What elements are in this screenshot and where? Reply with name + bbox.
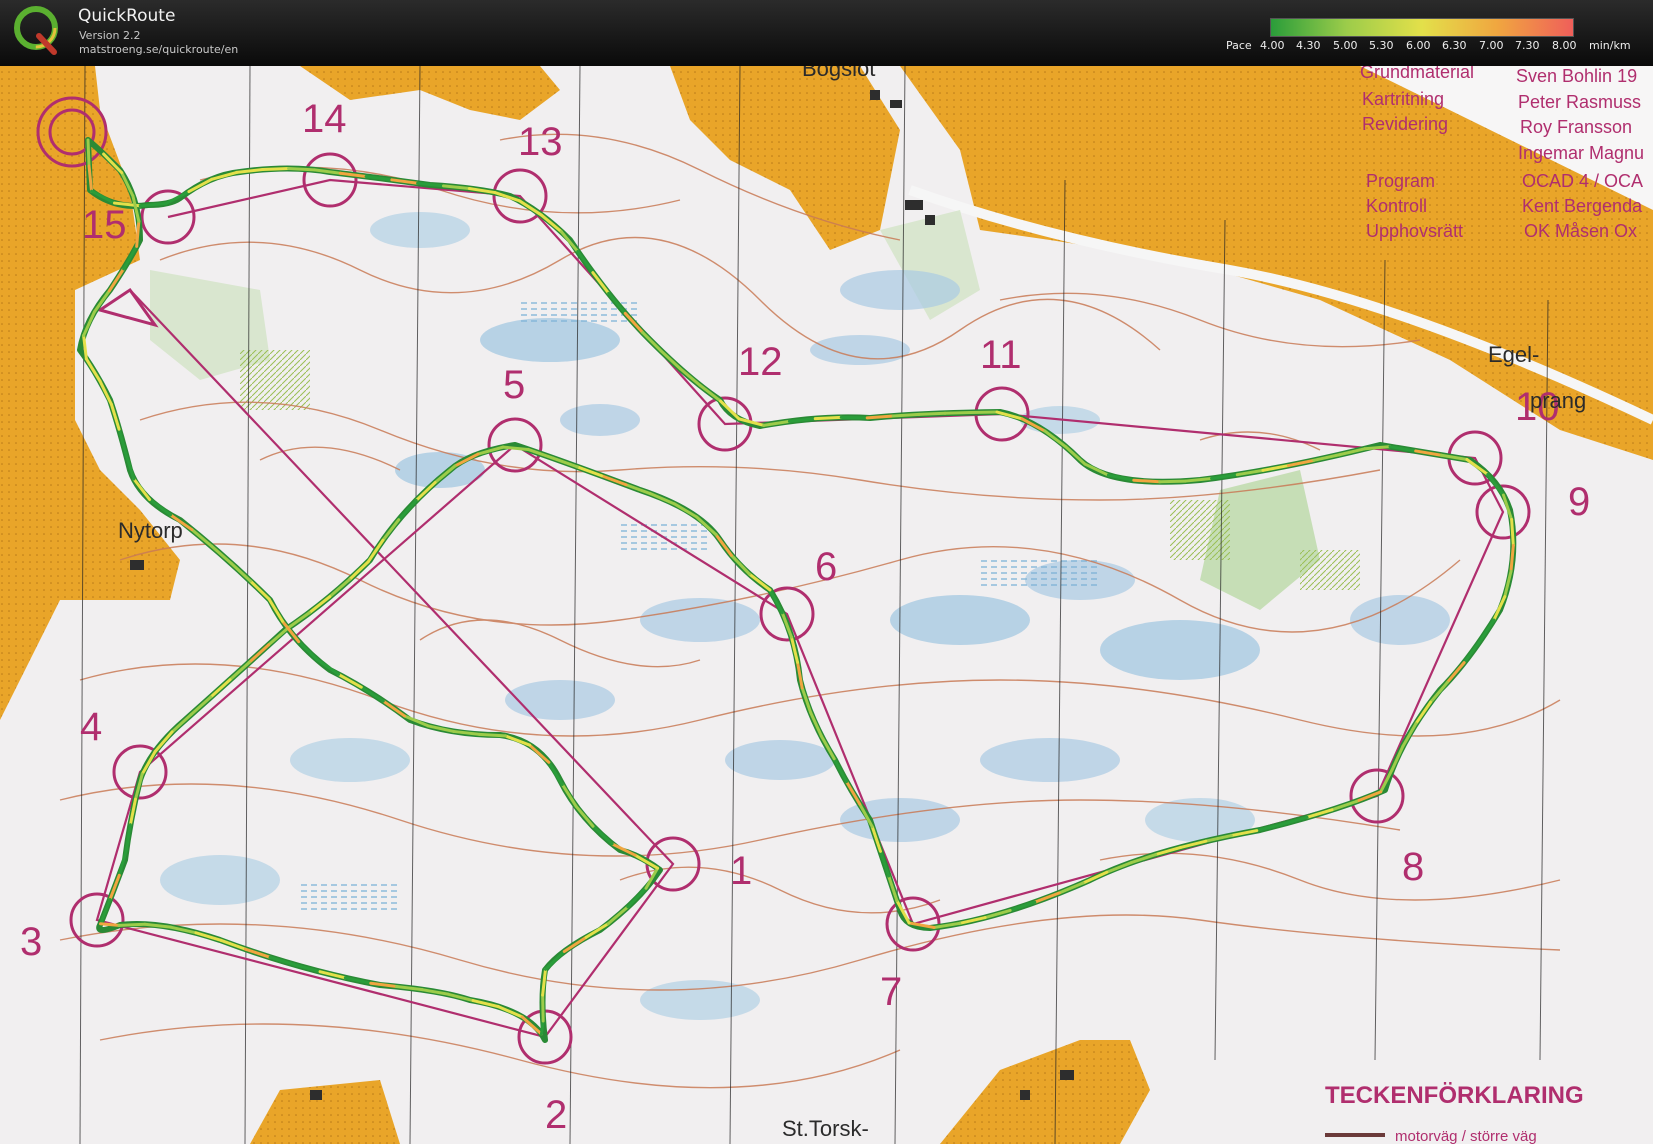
- route-segment: [99, 922, 121, 927]
- place-name: Nytorp: [118, 518, 183, 543]
- route-segment: [943, 411, 973, 415]
- route-segment: [261, 167, 291, 172]
- place-name: Bogsiöt: [802, 66, 875, 81]
- credit-value: OK Måsen Ox: [1524, 221, 1637, 241]
- control-number: 9: [1568, 480, 1590, 524]
- route-segment: [865, 414, 895, 420]
- route-segment: [813, 415, 843, 421]
- route-segment: [1363, 445, 1392, 451]
- legend-entry: motorväg / större väg: [1395, 1128, 1537, 1144]
- route-segment: [917, 411, 947, 416]
- route-segment: [86, 138, 91, 168]
- credit-value: Peter Rasmuss: [1518, 92, 1641, 112]
- app-version: Version 2.2: [79, 29, 141, 42]
- pace-label: Pace: [1226, 39, 1252, 52]
- quickroute-logo-icon: [14, 6, 58, 55]
- pace-tick: 6.00: [1406, 39, 1431, 52]
- credit-label: Upphovsrätt: [1366, 221, 1463, 241]
- pace-tick: 4.00: [1260, 39, 1285, 52]
- orienteering-map[interactable]: 1 2 3 4 5 6 7 8 9 10 11 12 13 14 15 Bogs…: [0, 66, 1653, 1144]
- control-number: 8: [1402, 845, 1424, 889]
- pace-tick: 7.30: [1515, 39, 1540, 52]
- route-segment: [287, 167, 317, 172]
- app-name: QuickRoute: [78, 6, 176, 26]
- route-segment: [117, 922, 147, 927]
- route-segment: [1132, 478, 1162, 484]
- pace-tick: 8.00: [1552, 39, 1577, 52]
- pace-unit: min/km: [1589, 39, 1631, 52]
- app-url: matstroeng.se/quickroute/en: [79, 43, 239, 56]
- control-number: 4: [80, 705, 102, 749]
- pace-tick: 5.30: [1369, 39, 1394, 52]
- control-number: 2: [545, 1093, 567, 1137]
- place-name: Egel-: [1488, 342, 1539, 367]
- credit-label: Grundmaterial: [1360, 66, 1474, 82]
- route-segment: [477, 732, 507, 738]
- route-segment: [541, 993, 545, 1023]
- pace-legend: Pace 4.00 4.30 5.00 5.30 6.00 6.30 7.00 …: [1220, 16, 1640, 56]
- credit-value: Kent Bergenda: [1522, 196, 1643, 216]
- credit-label: Revidering: [1362, 114, 1448, 134]
- credit-value: OCAD 4 / OCA: [1522, 171, 1643, 191]
- control-number: 11: [980, 333, 1022, 377]
- hatched-area-2: [240, 350, 310, 410]
- control-number: 12: [738, 340, 783, 384]
- control-number: 3: [20, 920, 42, 964]
- control-number: 15: [82, 203, 127, 247]
- credit-label: Kartritning: [1362, 89, 1444, 109]
- control-number: 6: [815, 545, 837, 589]
- credit-value: Roy Fransson: [1520, 117, 1632, 137]
- place-name: prang: [1530, 388, 1586, 413]
- credit-label: Program: [1366, 171, 1435, 191]
- route-segment: [1158, 479, 1188, 484]
- place-name: St.Torsk-: [782, 1116, 869, 1141]
- credit-label: Kontroll: [1366, 196, 1427, 216]
- route-segment: [891, 412, 921, 418]
- control-number: 14: [302, 97, 347, 141]
- pace-color-bar: [1270, 18, 1574, 37]
- credit-value: Ingemar Magnu: [1518, 143, 1644, 163]
- legend-title: TECKENFÖRKLARING: [1325, 1082, 1584, 1109]
- hatched-area-3: [1300, 550, 1360, 590]
- quickroute-header: QuickRoute Version 2.2 matstroeng.se/qui…: [0, 0, 1653, 66]
- pace-tick: 7.00: [1479, 39, 1504, 52]
- pace-tick: 4.30: [1296, 39, 1321, 52]
- control-number: 7: [880, 970, 902, 1014]
- control-number: 5: [503, 363, 525, 407]
- control-number: 1: [730, 849, 752, 893]
- route-segment: [539, 1019, 545, 1036]
- pace-tick: 5.00: [1333, 39, 1358, 52]
- control-number: 13: [518, 120, 563, 164]
- pace-tick: 6.30: [1442, 39, 1467, 52]
- route-segment: [1510, 518, 1515, 547]
- credit-value: Sven Bohlin 19: [1516, 66, 1637, 86]
